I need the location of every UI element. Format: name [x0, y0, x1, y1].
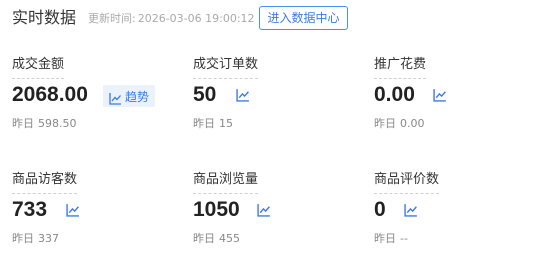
trend-chart-icon[interactable] [236, 87, 250, 102]
yesterday-label: 昨日 [374, 117, 396, 130]
yesterday-label: 昨日 [193, 117, 215, 130]
metric-label: 商品浏览量 [193, 172, 259, 194]
metric-label: 商品评价数 [374, 172, 440, 194]
metric-yesterday: 昨日 -- [374, 232, 408, 246]
metric-card-reviews: 商品评价数 0 昨日 -- [374, 172, 544, 262]
trend-chart-icon [109, 90, 122, 105]
yesterday-value: 455 [219, 232, 240, 245]
yesterday-value: 337 [38, 232, 59, 245]
metric-yesterday: 昨日 0.00 [374, 117, 425, 131]
metric-label: 成交订单数 [193, 57, 259, 79]
yesterday-value: -- [400, 232, 408, 245]
yesterday-value: 598.50 [38, 117, 77, 130]
yesterday-label: 昨日 [374, 232, 396, 245]
metric-card-pageviews: 商品浏览量 1050 昨日 455 [193, 172, 363, 262]
metric-card-ad-spend: 推广花费 0.00 昨日 0.00 [374, 57, 544, 147]
metric-value: 2068.00 [12, 83, 88, 106]
metric-card-visitors: 商品访客数 733 昨日 337 [12, 172, 182, 262]
yesterday-value: 0.00 [400, 117, 425, 130]
yesterday-value: 15 [219, 117, 233, 130]
trend-chart-icon[interactable] [257, 202, 271, 217]
metric-card-orders: 成交订单数 50 昨日 15 [193, 57, 363, 147]
metric-label: 推广花费 [374, 57, 427, 79]
metric-yesterday: 昨日 337 [12, 232, 59, 246]
yesterday-label: 昨日 [12, 232, 34, 245]
enter-data-center-button[interactable]: 进入数据中心 [259, 6, 348, 30]
metric-value: 50 [193, 83, 217, 106]
metric-label: 商品访客数 [12, 172, 78, 194]
yesterday-label: 昨日 [193, 232, 215, 245]
metric-label: 成交金额 [12, 57, 65, 79]
metric-yesterday: 昨日 598.50 [12, 117, 77, 131]
yesterday-label: 昨日 [12, 117, 34, 130]
trend-chart-icon[interactable] [433, 87, 447, 102]
metric-yesterday: 昨日 455 [193, 232, 240, 246]
metric-yesterday: 昨日 15 [193, 117, 233, 131]
metric-value: 1050 [193, 198, 240, 221]
trend-button-label: 趋势 [125, 89, 150, 104]
metric-value: 0 [374, 198, 386, 221]
update-time-value: 2026-03-06 19:00:12 [137, 12, 255, 25]
trend-button[interactable]: 趋势 [103, 85, 156, 107]
metric-card-gmv: 成交金额 2068.00 趋势 昨日 598.50 [12, 57, 182, 147]
metric-value: 733 [12, 198, 48, 221]
header-title: 实时数据 [12, 8, 77, 27]
update-time: 更新时间: 2026-03-06 19:00:12 [88, 12, 255, 26]
update-time-prefix: 更新时间: [88, 12, 136, 25]
trend-chart-icon[interactable] [404, 202, 418, 217]
metric-value: 0.00 [374, 83, 415, 106]
trend-chart-icon[interactable] [66, 202, 80, 217]
